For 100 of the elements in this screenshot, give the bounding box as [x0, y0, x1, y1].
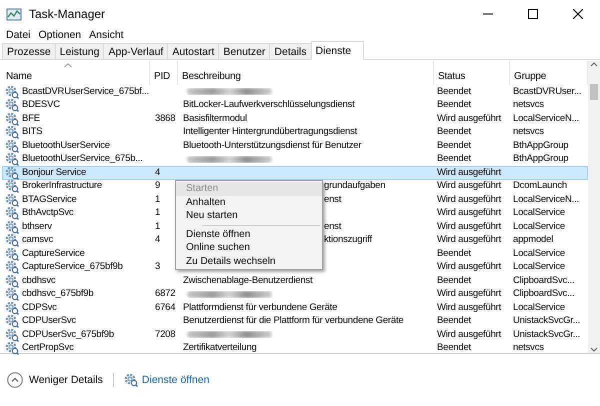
service-icon — [5, 152, 19, 166]
app-icon — [6, 6, 22, 22]
description: Bluetooth-Unterstützungsdienst für Benutzer — [183, 140, 362, 151]
selected-row[interactable]: Bonjour Service 4 Wird ausgeführt — [2, 166, 588, 180]
service-name: CertPropSvc — [22, 342, 74, 354]
service-icon — [5, 84, 19, 99]
service-name: bthserv — [22, 220, 52, 233]
window-title: Task-Manager — [29, 7, 106, 21]
pid: 1 — [155, 207, 160, 218]
status: Wird ausgeführt — [437, 166, 502, 178]
group: LocalService — [513, 302, 565, 313]
description: Benutzerdienst für die Plattform für verbundene Geräte — [183, 315, 404, 326]
service-name: BluetoothUserService_675b... — [22, 153, 143, 166]
scroll-thumb[interactable] — [590, 84, 598, 100]
service-icon — [5, 341, 19, 356]
pid: 1 — [155, 194, 160, 205]
pid: 4 — [155, 234, 160, 246]
service-name: BITS — [22, 126, 42, 138]
menu-item[interactable]: Ansicht — [85, 28, 128, 40]
menu-item[interactable]: Datei — [2, 28, 35, 40]
service-name: CDPUserSvc_675bf9b — [22, 328, 114, 341]
status: Wird ausgeführt — [437, 234, 502, 246]
status: Wird ausgeführt — [437, 220, 502, 232]
tab[interactable]: App-Verlauf — [103, 43, 168, 59]
service-icon — [5, 287, 19, 302]
tab[interactable]: Prozesse — [2, 43, 56, 59]
pid: 4 — [155, 166, 160, 178]
group: netsvcs — [513, 342, 544, 354]
group: LocalService — [513, 261, 565, 272]
service-name: CaptureService — [22, 248, 85, 260]
menu-item[interactable]: Optionen — [34, 28, 86, 40]
status: Beendet — [437, 99, 471, 110]
service-icon — [5, 314, 19, 328]
status: Wird ausgeführt — [437, 328, 502, 340]
menu-item[interactable]: Online suchen — [176, 241, 322, 254]
service-name: CaptureService_675bf9b — [22, 261, 123, 274]
description: ktionszugriff — [324, 234, 372, 246]
service-icon — [5, 220, 19, 234]
scrollbar[interactable] — [588, 61, 600, 353]
service-name: BrokerInfrastructure — [22, 180, 102, 192]
column-header[interactable]: PID — [150, 61, 178, 85]
tab[interactable]: Benutzer — [218, 43, 270, 59]
service-name: cbdhsvc — [22, 274, 56, 287]
service-icon — [5, 112, 19, 126]
service-name: BDESVC — [22, 99, 60, 112]
status: Wird ausgeführt — [437, 261, 502, 272]
service-icon — [5, 328, 19, 342]
pid: 6872 — [155, 288, 176, 300]
open-services-link[interactable]: Dienste öffnen — [124, 373, 210, 387]
description: Intelligenter Hintergrundübertragungsdienst — [183, 126, 358, 138]
service-icon — [5, 98, 19, 112]
status: Wird ausgeführt — [437, 288, 502, 300]
pid: 7208 — [155, 328, 176, 340]
service-icon — [5, 179, 19, 194]
close-icon — [572, 9, 582, 19]
tab[interactable]: Autostart — [167, 43, 220, 59]
description: grundaufgaben — [324, 180, 386, 192]
group: BthAppGroup — [513, 140, 568, 151]
service-name: BthAvctpSvc — [22, 207, 74, 220]
service-name: camsvc — [22, 234, 53, 246]
scroll-down-icon[interactable] — [590, 346, 598, 353]
group: DcomLaunch — [513, 180, 567, 192]
service-icon — [5, 206, 19, 220]
maximize-icon — [528, 9, 538, 19]
menu-item[interactable]: Dienste öffnen — [176, 228, 322, 241]
description: enst — [324, 194, 342, 205]
column-header[interactable]: Status — [434, 61, 510, 85]
status: Wird ausgeführt — [437, 180, 502, 192]
collapse-button[interactable]: Weniger Details — [7, 372, 103, 388]
description: Plattformdienst für verbundene Geräte — [183, 302, 338, 313]
status: Wird ausgeführt — [437, 302, 502, 313]
tab[interactable]: Leistung — [54, 43, 104, 59]
pid: 1 — [155, 220, 160, 232]
group: LocalService — [513, 248, 565, 259]
menu-item[interactable]: Zu Details wechseln — [176, 254, 322, 268]
column-header[interactable]: Name — [2, 61, 150, 85]
pid: 3868 — [155, 112, 176, 124]
service-icon — [5, 260, 19, 274]
status: Wird ausgeführt — [437, 112, 502, 124]
pid: 9 — [155, 180, 160, 192]
scroll-up-icon[interactable] — [590, 61, 598, 68]
tab[interactable]: Details — [269, 43, 312, 59]
status: Beendet — [437, 126, 471, 138]
service-name: BluetoothUserService — [22, 140, 110, 152]
description: Basisfiltermodul — [183, 112, 247, 124]
service-icon — [5, 125, 19, 140]
group: LocalServiceN... — [513, 194, 579, 205]
group: ClipboardSvc... — [513, 274, 574, 286]
menu-item[interactable]: Anhalten — [176, 196, 322, 209]
description: Zwischenablage-Benutzerdienst — [183, 274, 312, 286]
column-header[interactable]: Beschreibung — [178, 61, 434, 85]
service-icon — [5, 233, 19, 248]
service-name: CDPSvc — [22, 302, 57, 314]
group: ClipboardSvc... — [513, 288, 574, 300]
menu-item[interactable]: Neu starten — [176, 209, 322, 222]
pid: 3 — [155, 261, 160, 272]
service-icon — [5, 246, 19, 261]
service-icon — [5, 274, 19, 288]
tab[interactable]: Dienste — [310, 41, 364, 60]
service-icon — [5, 166, 19, 180]
